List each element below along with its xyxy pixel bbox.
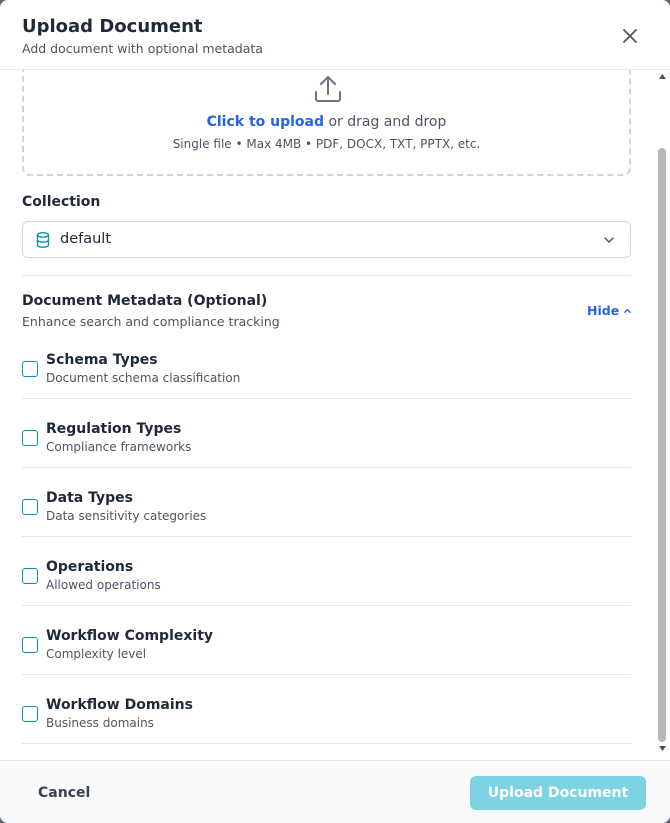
scroll-down-arrow-icon[interactable]	[659, 746, 666, 751]
collection-label: Collection	[22, 194, 101, 210]
modal-title: Upload Document	[22, 16, 203, 37]
metadata-toggle-button[interactable]: Hide	[587, 303, 632, 318]
metadata-item-workflow-complexity: Workflow Complexity Complexity level	[22, 624, 631, 693]
workflow-complexity-checkbox[interactable]	[22, 637, 38, 653]
modal-body: Click to upload or drag and drop Single …	[0, 70, 670, 760]
drag-drop-text: or drag and drop	[324, 114, 447, 130]
metadata-item-name: Workflow Domains	[46, 697, 193, 713]
chevron-down-icon	[604, 237, 614, 243]
dropzone-hint: Single file • Max 4MB • PDF, DOCX, TXT, …	[172, 137, 481, 151]
metadata-item-desc: Data sensitivity categories	[46, 509, 207, 523]
metadata-item-desc: Allowed operations	[46, 578, 161, 592]
close-icon	[623, 29, 637, 43]
cancel-button[interactable]: Cancel	[22, 777, 106, 809]
click-to-upload-link[interactable]: Click to upload	[207, 114, 324, 130]
scrollbar-thumb[interactable]	[658, 148, 666, 742]
schema-types-checkbox[interactable]	[22, 361, 38, 377]
collection-selected-value: default	[60, 231, 112, 247]
metadata-item-name: Operations	[46, 559, 134, 575]
metadata-item-desc: Compliance frameworks	[46, 440, 192, 454]
metadata-item-schema-types: Schema Types Document schema classificat…	[22, 348, 631, 417]
data-types-checkbox[interactable]	[22, 499, 38, 515]
metadata-item-desc: Complexity level	[46, 647, 147, 661]
item-divider	[22, 398, 631, 399]
modal-header: Upload Document Add document with option…	[0, 0, 670, 70]
upload-document-modal: Upload Document Add document with option…	[0, 0, 670, 823]
metadata-section-subtitle: Enhance search and compliance tracking	[22, 314, 280, 329]
metadata-item-name: Schema Types	[46, 352, 158, 368]
close-button[interactable]	[618, 24, 642, 48]
item-divider	[22, 605, 631, 606]
modal-footer: Cancel Upload Document	[0, 760, 670, 823]
operations-checkbox[interactable]	[22, 568, 38, 584]
upload-document-button[interactable]: Upload Document	[470, 776, 646, 810]
item-divider	[22, 743, 631, 744]
chevron-up-icon	[624, 308, 632, 313]
collection-select[interactable]: default	[22, 221, 631, 258]
metadata-item-data-types: Data Types Data sensitivity categories	[22, 486, 631, 555]
modal-subtitle: Add document with optional metadata	[22, 41, 263, 56]
metadata-item-desc: Business domains	[46, 716, 154, 730]
regulation-types-checkbox[interactable]	[22, 430, 38, 446]
item-divider	[22, 536, 631, 537]
metadata-section-title: Document Metadata (Optional)	[22, 293, 268, 309]
scroll-up-arrow-icon[interactable]	[659, 74, 666, 79]
metadata-toggle-label: Hide	[587, 303, 620, 318]
item-divider	[22, 467, 631, 468]
metadata-item-workflow-domains: Workflow Domains Business domains	[22, 693, 631, 760]
workflow-domains-checkbox[interactable]	[22, 706, 38, 722]
upload-icon	[315, 76, 341, 102]
metadata-item-name: Data Types	[46, 490, 133, 506]
metadata-item-name: Workflow Complexity	[46, 628, 214, 644]
section-divider	[22, 275, 631, 276]
metadata-item-regulation-types: Regulation Types Compliance frameworks	[22, 417, 631, 486]
item-divider	[22, 674, 631, 675]
dropzone-instructions: Click to upload or drag and drop	[24, 114, 629, 130]
metadata-item-operations: Operations Allowed operations	[22, 555, 631, 624]
metadata-item-name: Regulation Types	[46, 421, 182, 437]
file-dropzone[interactable]: Click to upload or drag and drop Single …	[22, 70, 631, 176]
database-icon	[36, 232, 50, 248]
body-scrollbar[interactable]	[655, 70, 670, 760]
metadata-item-desc: Document schema classification	[46, 371, 241, 385]
